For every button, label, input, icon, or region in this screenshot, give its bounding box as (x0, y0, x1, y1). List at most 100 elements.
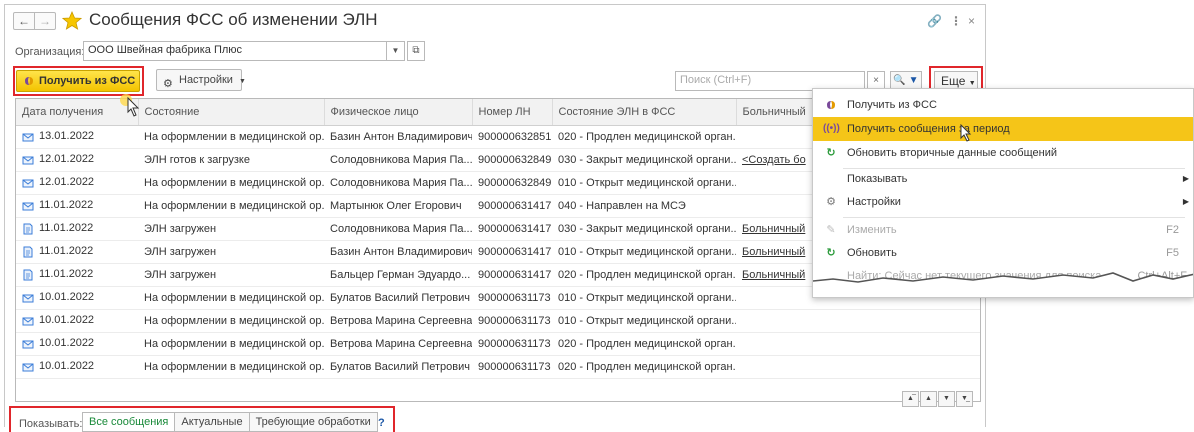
envelope-icon (22, 294, 34, 303)
chevron-down-icon: ▼ (239, 78, 246, 85)
menu-item-edit[interactable]: ✎ Изменить F2 (813, 218, 1193, 242)
forward-button[interactable]: → (34, 12, 56, 30)
column-header[interactable]: Состояние ЭЛН в ФСС (552, 99, 737, 126)
menu-item-get-from-fss[interactable]: Получить из ФСС (813, 93, 1193, 117)
table-cell-fss-state: 010 - Открыт медицинской органи... (552, 309, 736, 333)
table-cell-number: 900000631417 (472, 217, 552, 241)
table-cell-person-text: Мартынюк Олег Егорович (330, 199, 462, 212)
table-cell-person-text: Солодовникова Мария Па... (330, 176, 472, 189)
settings-label: Настройки (179, 74, 233, 86)
table-cell-fss-state-text: 010 - Открыт медицинской органи... (558, 291, 736, 304)
filter-switch: Все сообщения Актуальные Требующие обраб… (82, 412, 378, 432)
table-cell-number-text: 900000631173 (478, 291, 551, 304)
table-cell-person: Булатов Василий Петрович (324, 286, 472, 310)
link-icon[interactable]: 🔗 (927, 14, 942, 28)
menu-item-label: Настройки (847, 196, 901, 208)
page-title: Сообщения ФСС об изменении ЭЛН (89, 10, 378, 29)
table-cell-date-text: 10.01.2022 (39, 360, 95, 373)
menu-item-show[interactable]: Показывать ▶ (813, 167, 1193, 191)
settings-button[interactable]: ⚙ Настройки ▼ (156, 69, 246, 91)
table-cell-person: Солодовникова Мария Па... (324, 217, 472, 241)
menu-shortcut: F2 (1166, 224, 1179, 236)
menu-item-settings[interactable]: ⚙ Настройки ▶ (813, 190, 1193, 214)
filter-requires-processing[interactable]: Требующие обработки (248, 412, 378, 432)
menu-item-label: Показывать (847, 173, 908, 185)
table-cell-state: На оформлении в медицинской ор... (138, 355, 324, 379)
scroll-bottom-icon[interactable]: ▼̲ (956, 391, 973, 407)
table-cell-fss-state-text: 010 - Открыт медицинской органи... (558, 176, 736, 189)
menu-item-label: Обновить вторичные данные сообщений (847, 147, 1057, 159)
chevron-down-icon[interactable]: ▼ (387, 41, 405, 61)
table-cell-number-text: 900000631417 (478, 245, 552, 258)
table-cell-date: 10.01.2022 (16, 355, 138, 379)
get-from-fss-button[interactable]: Получить из ФСС (16, 70, 140, 92)
table-cell-fss-state: 010 - Открыт медицинской органи... (552, 286, 736, 310)
table-cell-person: Булатов Василий Петрович (324, 355, 472, 379)
table-cell-date-text: 11.01.2022 (39, 268, 94, 281)
table-cell-state: На оформлении в медицинской ор... (138, 309, 324, 333)
table-row[interactable]: 10.01.2022 На оформлении в медицинской ор… (16, 309, 980, 333)
table-cell-fss-state-text: 010 - Открыт медицинской органи... (558, 314, 736, 327)
table-cell-number: 900000631417 (472, 194, 552, 218)
table-cell-date: 11.01.2022 (16, 217, 138, 241)
table-cell-person: Базин Антон Владимирович (324, 125, 472, 149)
table-cell-number-text: 900000631417 (478, 268, 552, 281)
scroll-down-icon[interactable]: ▼ (938, 391, 955, 407)
open-icon[interactable]: ⧉ (407, 41, 425, 61)
table-cell-number-text: 900000631417 (478, 222, 552, 235)
cursor-hand-icon (120, 94, 140, 117)
envelope-icon (22, 202, 34, 211)
table-cell-number-text: 900000631173 (478, 360, 551, 373)
column-header[interactable]: Физическое лицо (324, 99, 473, 126)
gear-icon: ⚙ (826, 196, 836, 208)
menu-item-label: Изменить (847, 224, 897, 236)
table-cell-sick-leave (736, 309, 856, 333)
more-actions-icon[interactable]: ⋮ (950, 14, 962, 28)
back-button[interactable]: ← (13, 12, 35, 30)
help-icon[interactable]: ? (378, 417, 385, 429)
table-cell-fss-state: 030 - Закрыт медицинской органи... (552, 148, 736, 172)
table-cell-sick-leave-text[interactable]: Больничный (742, 223, 805, 235)
show-label: Показывать: (19, 418, 83, 430)
table-cell-fss-state-text: 020 - Продлен медицинской орган... (558, 268, 736, 281)
organization-field[interactable]: ООО Швейная фабрика Плюс (83, 41, 387, 61)
envelope-icon (22, 340, 34, 349)
table-row[interactable]: 10.01.2022 На оформлении в медицинской ор… (16, 332, 980, 356)
table-cell-person-text: Солодовникова Мария Па... (330, 222, 472, 235)
table-cell-sick-leave-text[interactable]: Больничный (742, 246, 805, 258)
table-cell-person-text: Базин Антон Владимирович (330, 245, 472, 258)
chevron-right-icon: ▶ (1182, 197, 1189, 206)
column-header[interactable]: Номер ЛН (472, 99, 553, 126)
close-icon[interactable]: × (968, 14, 975, 28)
table-row[interactable]: 10.01.2022 На оформлении в медицинской ор… (16, 355, 980, 379)
filter-actual[interactable]: Актуальные (174, 412, 250, 432)
scroll-top-icon[interactable]: ▲̅ (902, 391, 919, 407)
scroll-buttons: ▲̅ ▲ ▼ ▼̲ (902, 391, 974, 407)
table-cell-person: Базин Антон Владимирович (324, 240, 472, 264)
table-cell-sick-leave-text[interactable]: <Создать бо (742, 154, 806, 166)
column-header[interactable]: Состояние (138, 99, 325, 126)
favorite-star-icon[interactable] (62, 11, 82, 31)
table-cell-state-text: На оформлении в медицинской ор... (144, 337, 324, 350)
menu-item-label: Получить из ФСС (847, 99, 937, 111)
table-cell-number-text: 900000632849 (478, 153, 552, 166)
table-cell-state: ЭЛН загружен (138, 240, 324, 264)
table-cell-person: Ветрова Марина Сергеевна (324, 309, 472, 333)
table-cell-state-text: На оформлении в медицинской ор... (144, 314, 324, 327)
table-cell-sick-leave-text[interactable]: Больничный (742, 269, 805, 281)
table-cell-state: ЭЛН готов к загрузке (138, 148, 324, 172)
envelope-icon (22, 363, 34, 372)
filter-all[interactable]: Все сообщения (82, 412, 176, 432)
table-cell-state-text: ЭЛН загружен (144, 245, 217, 258)
table-cell-state-text: На оформлении в медицинской ор... (144, 176, 324, 189)
table-cell-date-text: 11.01.2022 (39, 222, 94, 235)
table-cell-fss-state: 020 - Продлен медицинской орган... (552, 355, 736, 379)
table-cell-number-text: 900000631173 (478, 337, 551, 350)
menu-item-refresh[interactable]: ↻ Обновить F5 (813, 241, 1193, 265)
menu-item-get-period[interactable]: ((•)) Получить сообщения за период (813, 117, 1193, 141)
table-cell-number: 900000631173 (472, 332, 552, 356)
menu-item-refresh-secondary[interactable]: ↻ Обновить вторичные данные сообщений (813, 141, 1193, 165)
table-cell-date-text: 11.01.2022 (39, 199, 94, 212)
scroll-up-icon[interactable]: ▲ (920, 391, 937, 407)
table-cell-fss-state-text: 020 - Продлен медицинской орган... (558, 360, 736, 373)
